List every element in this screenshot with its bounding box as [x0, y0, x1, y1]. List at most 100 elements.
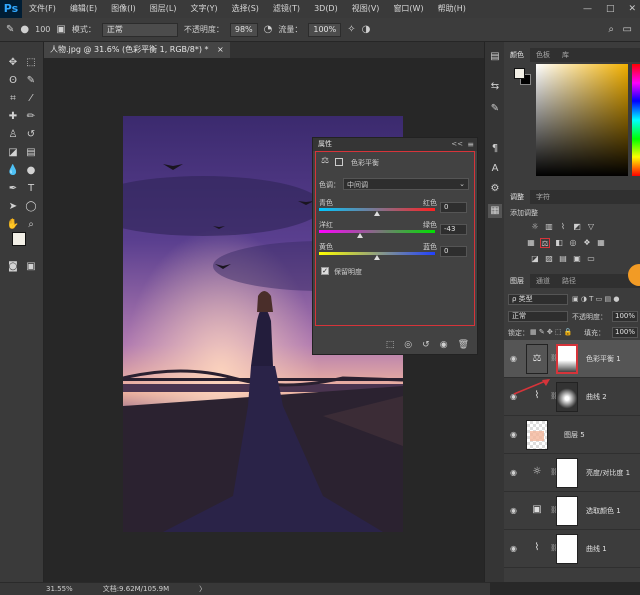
move-tool-icon[interactable]: ✥ — [6, 56, 20, 70]
slider-3-thumb[interactable] — [374, 255, 380, 260]
close-button[interactable]: ✕ — [628, 4, 636, 14]
brush-settings-icon[interactable]: ✎ — [488, 102, 502, 116]
menu-help[interactable]: 帮助(H) — [431, 0, 473, 18]
lock-icons[interactable]: ▦ ✎ ✥ ⬚ 🔒 — [530, 328, 573, 336]
document-tab[interactable]: 人物.jpg @ 31.6% (色彩平衡 1, RGB/8*) * × — [44, 42, 230, 58]
color-balance-adj-icon[interactable]: ⚖ — [540, 238, 550, 248]
view-previous-icon[interactable]: ◎ — [404, 340, 412, 350]
opacity-input[interactable]: 98% — [229, 22, 258, 37]
quick-select-icon[interactable]: ✎ — [24, 74, 38, 88]
screen-mode-icon[interactable]: ▣ — [24, 260, 38, 274]
tone-select[interactable]: 中间调 ⌄ — [343, 178, 469, 190]
color-foreground-swatch[interactable] — [514, 68, 525, 79]
pressure-opacity-icon[interactable]: ◔ — [264, 23, 273, 37]
airbrush-icon[interactable]: ✧ — [347, 23, 355, 37]
tab-paths[interactable]: 路径 — [556, 274, 582, 288]
blur-tool-icon[interactable]: 💧 — [6, 164, 20, 178]
visibility-eye-icon[interactable]: ◉ — [510, 468, 517, 477]
layer-mask-thumb[interactable] — [556, 344, 578, 374]
slider-1-value[interactable]: 0 — [440, 202, 467, 213]
eraser-tool-icon[interactable]: ◪ — [6, 146, 20, 160]
quick-mask-icon[interactable]: ◙ — [6, 260, 20, 274]
tab-channels[interactable]: 通道 — [530, 274, 556, 288]
document-tab-close-icon[interactable]: × — [217, 45, 224, 54]
brush-panel-icon[interactable]: ▣ — [56, 23, 65, 37]
dodge-tool-icon[interactable]: ● — [24, 164, 38, 178]
hue-slider[interactable] — [632, 64, 640, 176]
menu-layer[interactable]: 图层(L) — [143, 0, 184, 18]
color-lookup-icon[interactable]: ▦ — [596, 238, 606, 248]
layer-mask-thumb[interactable] — [556, 458, 578, 488]
menu-filter[interactable]: 滤镜(T) — [266, 0, 307, 18]
brush-tool-icon[interactable]: ✎ — [6, 23, 14, 37]
visibility-eye-icon[interactable]: ◉ — [510, 430, 517, 439]
filter-icons[interactable]: ▣ ◑ T ▭ ▤ ● — [572, 295, 619, 303]
vibrance-icon[interactable]: ▽ — [586, 222, 596, 232]
fill-input[interactable]: 100% — [612, 327, 638, 338]
curves-icon[interactable]: ⌇ — [558, 222, 568, 232]
stamp-tool-icon[interactable]: ♙ — [6, 128, 20, 142]
pressure-size-icon[interactable]: ◑ — [362, 23, 371, 37]
collapse-panel-icon[interactable]: << — [451, 138, 463, 151]
crop-tool-icon[interactable]: ⌗ — [6, 92, 20, 106]
visibility-icon[interactable]: ◉ — [440, 340, 448, 350]
healing-brush-icon[interactable]: ✚ — [6, 110, 20, 124]
layer-filter-select[interactable]: ρ 类型 — [508, 294, 568, 305]
path-select-icon[interactable]: ➤ — [6, 200, 20, 214]
tab-layers[interactable]: 图层 — [504, 274, 530, 288]
menu-view[interactable]: 视图(V) — [345, 0, 387, 18]
menu-select[interactable]: 选择(S) — [225, 0, 266, 18]
slider-2-value[interactable]: -43 — [440, 224, 467, 235]
slider-1-thumb[interactable] — [374, 211, 380, 216]
layer-row-color-balance[interactable]: ◉ ⚖ ⛓ 色彩平衡 1 — [504, 340, 640, 378]
menu-file[interactable]: 文件(F) — [22, 0, 63, 18]
search-icon[interactable]: ⌕ — [608, 23, 614, 37]
visibility-eye-icon[interactable]: ◉ — [510, 544, 517, 553]
menu-image[interactable]: 图像(I) — [104, 0, 143, 18]
brightness-icon[interactable]: ☼ — [530, 222, 540, 232]
slider-3-value[interactable]: 0 — [440, 246, 467, 257]
lasso-tool-icon[interactable]: ʘ — [6, 74, 20, 88]
visibility-eye-icon[interactable]: ◉ — [510, 354, 517, 363]
shape-tool-icon[interactable]: ◯ — [24, 200, 38, 214]
zoom-tool-icon[interactable]: ⌕ — [24, 218, 38, 232]
posterize-icon[interactable]: ▨ — [544, 254, 554, 264]
photo-filter-icon[interactable]: ◎ — [568, 238, 578, 248]
brush-tool-icon[interactable]: ✏ — [24, 110, 38, 124]
hand-tool-icon[interactable]: ✋ — [6, 218, 20, 232]
history-panel-icon[interactable]: ▤ — [488, 50, 502, 64]
zoom-level[interactable]: 31.55% — [46, 585, 73, 593]
menu-window[interactable]: 窗口(W) — [386, 0, 430, 18]
preserve-luminosity-checkbox[interactable]: ✓ — [321, 267, 329, 275]
exposure-icon[interactable]: ◩ — [572, 222, 582, 232]
blend-mode-select[interactable]: 正常 — [508, 311, 568, 322]
layer-mask-thumb[interactable] — [556, 496, 578, 526]
gradient-map-icon[interactable]: ▭ — [586, 254, 596, 264]
foreground-color-swatch[interactable] — [12, 232, 26, 246]
paragraph-icon[interactable]: ¶ — [488, 142, 502, 156]
delete-icon[interactable]: 🗑 — [458, 340, 469, 350]
maximize-button[interactable]: □ — [606, 4, 615, 14]
tab-adjustments[interactable]: 调整 — [504, 190, 530, 204]
brush-preset-icon[interactable]: ● — [20, 23, 29, 37]
magenta-green-slider[interactable] — [319, 230, 435, 233]
black-white-icon[interactable]: ◧ — [554, 238, 564, 248]
history-brush-icon[interactable]: ↺ — [24, 128, 38, 142]
flow-input[interactable]: 100% — [308, 22, 342, 37]
type-tool-icon[interactable]: T — [24, 182, 38, 196]
color-spectrum[interactable] — [536, 64, 628, 176]
properties-tab[interactable]: 属性 — [318, 138, 332, 151]
menu-edit[interactable]: 编辑(E) — [63, 0, 104, 18]
layer-mask-thumb[interactable] — [556, 534, 578, 564]
threshold-icon[interactable]: ▤ — [558, 254, 568, 264]
reset-icon[interactable]: ↺ — [422, 340, 430, 350]
menu-type[interactable]: 文字(Y) — [183, 0, 224, 18]
minimize-button[interactable]: — — [583, 4, 592, 14]
properties-panel-icon[interactable]: ▦ — [488, 204, 502, 218]
levels-icon[interactable]: ▥ — [544, 222, 554, 232]
hue-saturation-icon[interactable]: ▦ — [526, 238, 536, 248]
menu-3d[interactable]: 3D(D) — [307, 0, 345, 18]
gradient-tool-icon[interactable]: ▤ — [24, 146, 38, 160]
channel-mixer-icon[interactable]: ❖ — [582, 238, 592, 248]
pen-tool-icon[interactable]: ✒ — [6, 182, 20, 196]
